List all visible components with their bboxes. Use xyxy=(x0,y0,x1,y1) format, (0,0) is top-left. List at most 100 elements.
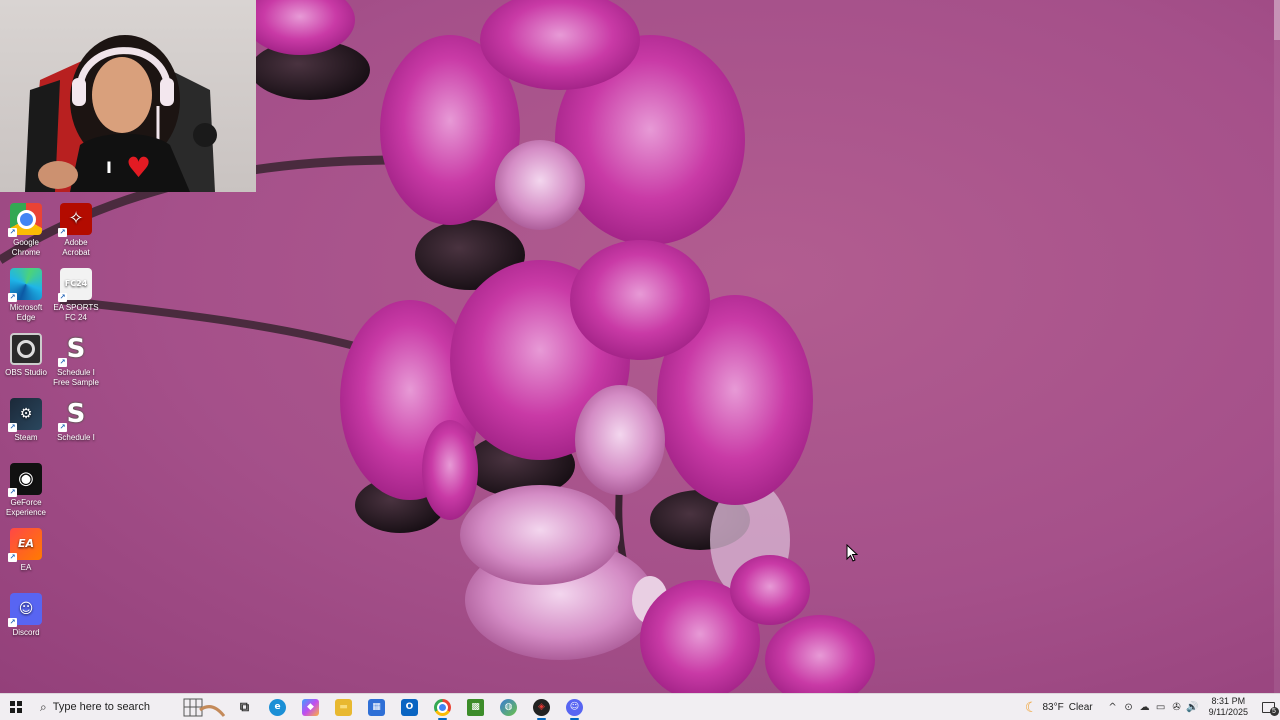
taskbar-search[interactable]: ⌕ xyxy=(32,694,228,720)
scrollbar-track[interactable] xyxy=(1274,0,1280,693)
shortcut-arrow-icon: ↗ xyxy=(8,488,17,497)
system-tray: ☾ 83°F Clear ^ ⊙ ☁ ▭ ✇ 🔊 8:31 PM 9/11/20… xyxy=(1025,694,1280,720)
desktop-icon-schedule-i[interactable]: S ↗ Schedule I xyxy=(50,398,102,443)
desktop-icon-discord[interactable]: ☺ ↗ Discord xyxy=(0,593,52,638)
desktop-icon-label: Adobe Acrobat xyxy=(62,238,90,257)
tray-microphone-icon[interactable]: ✇ xyxy=(1169,702,1185,713)
taskbar: ⌕ ⧉ e ◆ ▬ ▦ O ▩ ◍ ◈ ☺ xyxy=(0,693,1280,720)
scrollbar-thumb[interactable] xyxy=(1274,0,1280,40)
search-highlight-art-icon xyxy=(183,698,226,717)
weather-temperature: 83°F xyxy=(1042,701,1064,713)
taskbar-clock[interactable]: 8:31 PM 9/11/2025 xyxy=(1209,696,1248,718)
desktop-icon-adobe-acrobat[interactable]: ✧ ↗ Adobe Acrobat xyxy=(50,203,102,258)
shortcut-arrow-icon: ↗ xyxy=(8,618,17,627)
moon-icon: ☾ xyxy=(1024,698,1038,715)
shortcut-arrow-icon: ↗ xyxy=(8,293,17,302)
taskbar-edge[interactable]: e xyxy=(261,694,294,720)
mouse-cursor-icon xyxy=(846,544,858,562)
schedule-glyph: S xyxy=(66,399,86,429)
tray-volume-icon[interactable]: 🔊 xyxy=(1185,702,1201,713)
desktop-icon-microsoft-edge[interactable]: ↗ Microsoft Edge xyxy=(0,268,52,323)
obs-icon xyxy=(10,333,42,365)
desktop-icon-steam[interactable]: ⚙ ↗ Steam xyxy=(0,398,52,443)
search-icon: ⌕ xyxy=(40,699,47,714)
desktop-icon-label: EA SPORTS FC 24 xyxy=(53,303,99,322)
roblox-icon: ◈ xyxy=(533,698,550,716)
steam-glyph: ⚙ xyxy=(19,406,33,422)
paint-icon: ◍ xyxy=(500,698,517,716)
outlook-icon: O xyxy=(401,698,418,716)
search-input[interactable] xyxy=(52,701,173,713)
taskbar-paint[interactable]: ◍ xyxy=(492,694,525,720)
taskbar-minecraft[interactable]: ▩ xyxy=(459,694,492,720)
notification-center-button[interactable]: 5 xyxy=(1256,694,1280,720)
discord-icon: ☺ ↗ xyxy=(8,593,42,627)
tray-network-icon[interactable]: ▭ xyxy=(1153,702,1169,713)
acrobat-glyph: ✧ xyxy=(68,208,84,229)
desktop-icon-label: OBS Studio xyxy=(5,368,47,377)
desktop-icon-obs-studio[interactable]: OBS Studio xyxy=(0,333,52,378)
shirt-heart-icon: ♥ xyxy=(126,151,152,184)
taskbar-file-explorer[interactable]: ▬ xyxy=(327,694,360,720)
edge-icon: ↗ xyxy=(8,268,42,302)
desktop-icon-label: Schedule I Free Sample xyxy=(53,368,99,387)
shortcut-arrow-icon: ↗ xyxy=(58,228,67,237)
tray-onedrive-icon[interactable]: ☁ xyxy=(1137,702,1153,713)
shortcut-arrow-icon: ↗ xyxy=(8,423,17,432)
fc24-icon: FC24 ↗ xyxy=(58,268,92,302)
desktop-icon-label: Steam xyxy=(14,433,38,442)
desktop-icon-ea[interactable]: EA ↗ EA xyxy=(0,528,52,573)
chrome-icon: ↗ xyxy=(8,203,42,237)
notification-icon: 5 xyxy=(1261,701,1279,716)
taskbar-roblox-studio[interactable]: ◈ xyxy=(525,694,558,720)
nvidia-glyph: ◉ xyxy=(18,468,34,489)
chrome-icon xyxy=(434,698,451,716)
store-icon: ▦ xyxy=(368,698,385,716)
folder-icon: ▬ xyxy=(335,698,352,716)
taskbar-microsoft-store[interactable]: ▦ xyxy=(360,694,393,720)
copilot-icon: ◆ xyxy=(302,698,319,716)
task-view-icon: ⧉ xyxy=(239,699,250,715)
ea-glyph: EA xyxy=(17,537,35,550)
desktop-icon-ea-sports-fc24[interactable]: FC24 ↗ EA SPORTS FC 24 xyxy=(50,268,102,323)
desktop-icon-label: Discord xyxy=(12,628,40,637)
shortcut-arrow-icon: ↗ xyxy=(58,423,67,432)
webcam-overlay: I ♥ xyxy=(0,0,256,192)
shortcut-arrow-icon: ↗ xyxy=(8,553,17,562)
start-button[interactable] xyxy=(0,694,32,720)
taskbar-task-view[interactable]: ⧉ xyxy=(228,694,261,720)
tray-camera-icon[interactable]: ⊙ xyxy=(1121,702,1137,713)
discord-icon: ☺ xyxy=(566,698,583,716)
desktop-icon-schedule-i-free-sample[interactable]: S ↗ Schedule I Free Sample xyxy=(50,333,102,388)
schedule-icon: S ↗ xyxy=(58,333,92,367)
steam-icon: ⚙ ↗ xyxy=(8,398,42,432)
fc24-glyph: FC24 xyxy=(64,279,88,288)
clock-date: 9/11/2025 xyxy=(1208,707,1248,717)
acrobat-icon: ✧ ↗ xyxy=(58,203,92,237)
desktop-icon-label: Schedule I xyxy=(57,433,95,442)
desktop-icon-geforce-experience[interactable]: ◉ ↗ GeForce Experience xyxy=(0,463,52,518)
ea-icon: EA ↗ xyxy=(8,528,42,562)
show-hidden-icons-chevron-icon[interactable]: ^ xyxy=(1105,702,1121,713)
shortcut-arrow-icon: ↗ xyxy=(58,293,67,302)
weather-widget[interactable]: ☾ 83°F Clear xyxy=(1025,699,1093,716)
clock-time: 8:31 PM xyxy=(1211,696,1246,706)
discord-glyph: ☺ xyxy=(18,601,34,617)
shortcut-arrow-icon: ↗ xyxy=(58,358,67,367)
desktop-icon-label: Google Chrome xyxy=(11,238,41,257)
taskbar-copilot[interactable]: ◆ xyxy=(294,694,327,720)
edge-icon: e xyxy=(269,698,286,716)
desktop-icon-label: GeForce Experience xyxy=(5,498,47,517)
shirt-text: I xyxy=(106,158,112,177)
shortcut-arrow-icon: ↗ xyxy=(8,228,17,237)
taskbar-outlook[interactable]: O xyxy=(393,694,426,720)
schedule-icon: S ↗ xyxy=(58,398,92,432)
taskbar-chrome[interactable] xyxy=(426,694,459,720)
desktop-icon-label: EA xyxy=(20,563,32,572)
minecraft-icon: ▩ xyxy=(467,698,484,716)
windows-logo-icon xyxy=(10,701,22,713)
desktop-icon-google-chrome[interactable]: ↗ Google Chrome xyxy=(0,203,52,258)
taskbar-discord[interactable]: ☺ xyxy=(558,694,591,720)
notification-count-badge: 5 xyxy=(1269,706,1279,716)
weather-condition: Clear xyxy=(1068,701,1093,713)
